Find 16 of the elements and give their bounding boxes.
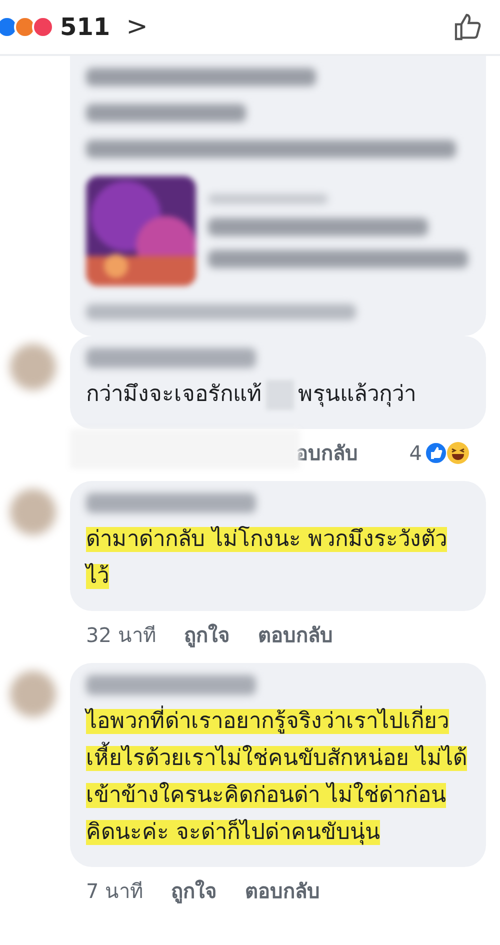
avatar [10, 489, 56, 535]
avatar [10, 344, 56, 390]
reply-link[interactable]: อบกลับ [296, 437, 358, 469]
laugh-reaction-icon [446, 441, 470, 465]
reply-link[interactable]: ตอบกลับ [245, 875, 320, 907]
reaction-count: 4 [409, 441, 422, 465]
chevron[interactable]: > [126, 12, 148, 42]
comment-time: 32 นาที [86, 622, 156, 649]
reaction-count[interactable]: 511 [60, 13, 110, 41]
comment-time: 7 นาที [86, 878, 144, 905]
like-link[interactable]: ถูกใจ [184, 619, 230, 651]
like-link[interactable]: ถูกใจ [171, 875, 218, 907]
comment-text: ด่ามาด่ากลับ ไม่โกงนะ พวกมึงระวังตัวไว้ [86, 525, 448, 591]
reply-link[interactable]: ตอบกลับ [258, 619, 333, 651]
avatar [10, 671, 56, 717]
comment-text: กว่ามึงจะเจอรักแท้ พรุนแล้วกุว่า [86, 376, 468, 413]
